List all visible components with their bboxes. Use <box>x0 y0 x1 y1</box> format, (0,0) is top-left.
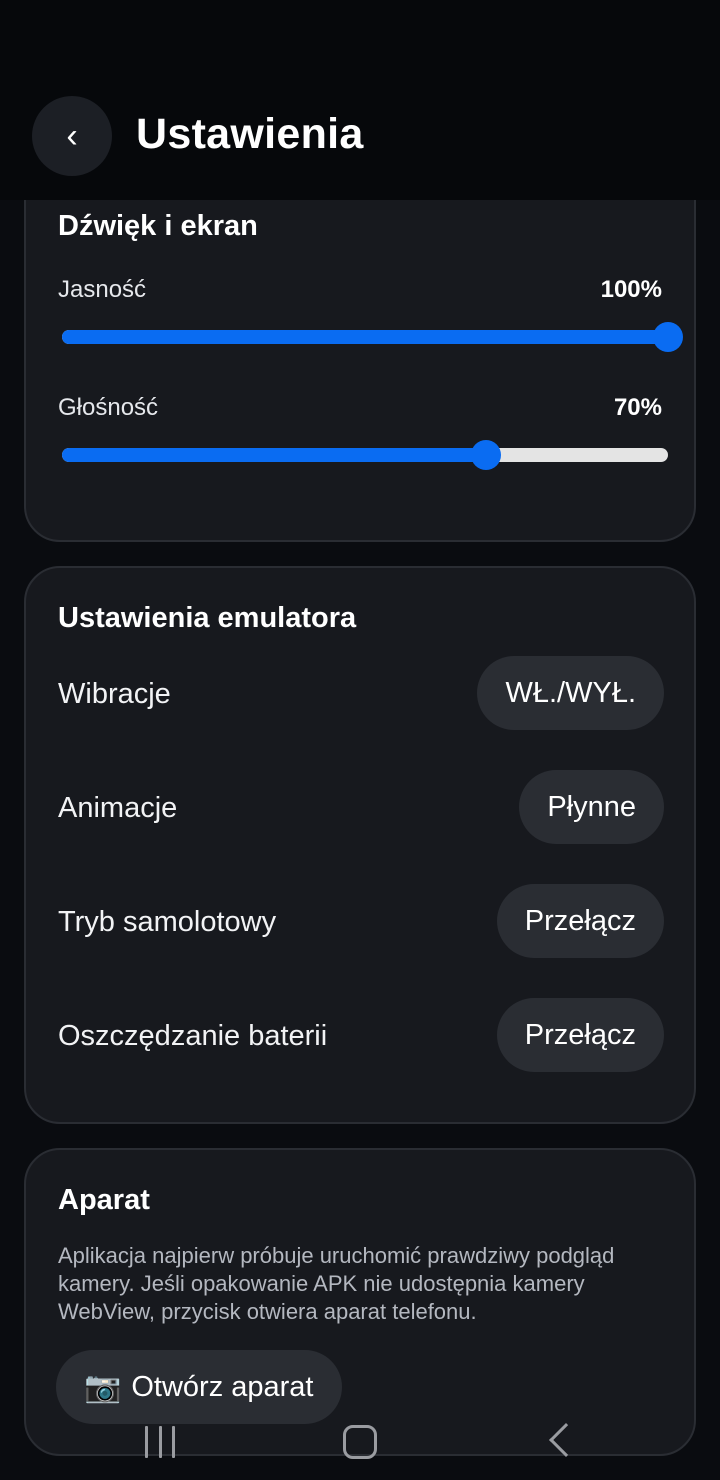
volume-label: Głośność <box>58 394 159 421</box>
back-button[interactable]: ‹ <box>32 96 112 176</box>
brightness-value: 100% <box>600 276 662 303</box>
brightness-label: Jasność <box>58 276 147 303</box>
airplane-mode-label: Tryb samolotowy <box>58 906 277 938</box>
battery-saver-label: Oszczędzanie baterii <box>58 1020 328 1052</box>
animations-label: Animacje <box>58 792 178 824</box>
chevron-left-icon: ‹ <box>66 116 78 155</box>
battery-saver-toggle-button[interactable]: Przełącz <box>496 998 664 1072</box>
settings-screen: ‹ Ustawienia Dźwięk i ekran Jasność 100%… <box>0 0 720 1480</box>
back-icon[interactable] <box>549 1423 583 1457</box>
animations-button[interactable]: Płynne <box>519 770 664 844</box>
volume-value: 70% <box>613 394 662 421</box>
airplane-mode-toggle-button[interactable]: Przełącz <box>496 884 664 958</box>
recents-icon[interactable] <box>145 1426 175 1458</box>
header: ‹ Ustawienia <box>0 0 720 200</box>
open-camera-label: Otwórz aparat <box>131 1370 314 1403</box>
camera-icon: 📷 <box>84 1370 122 1404</box>
volume-slider-thumb[interactable] <box>471 440 502 470</box>
card-title: Aparat <box>58 1184 150 1216</box>
brightness-slider-fill <box>62 330 668 344</box>
vibration-label: Wibracje <box>58 678 171 710</box>
emulator-settings-card: Ustawienia emulatora Wibracje WŁ./WYŁ. A… <box>24 566 696 1124</box>
volume-slider-fill <box>62 448 487 462</box>
vibration-toggle-button[interactable]: WŁ./WYŁ. <box>477 656 664 730</box>
volume-slider[interactable] <box>62 440 668 470</box>
page-title: Ustawienia <box>136 110 364 158</box>
navigation-bar <box>0 1410 720 1480</box>
home-icon[interactable] <box>343 1425 377 1459</box>
brightness-slider-thumb[interactable] <box>653 322 683 352</box>
sound-display-card: Dźwięk i ekran Jasność 100% Głośność 70% <box>24 160 696 542</box>
card-title: Ustawienia emulatora <box>58 602 357 634</box>
camera-description: Aplikacja najpierw próbuje uruchomić pra… <box>58 1243 615 1324</box>
card-title: Dźwięk i ekran <box>58 210 258 242</box>
brightness-slider[interactable] <box>62 322 683 352</box>
